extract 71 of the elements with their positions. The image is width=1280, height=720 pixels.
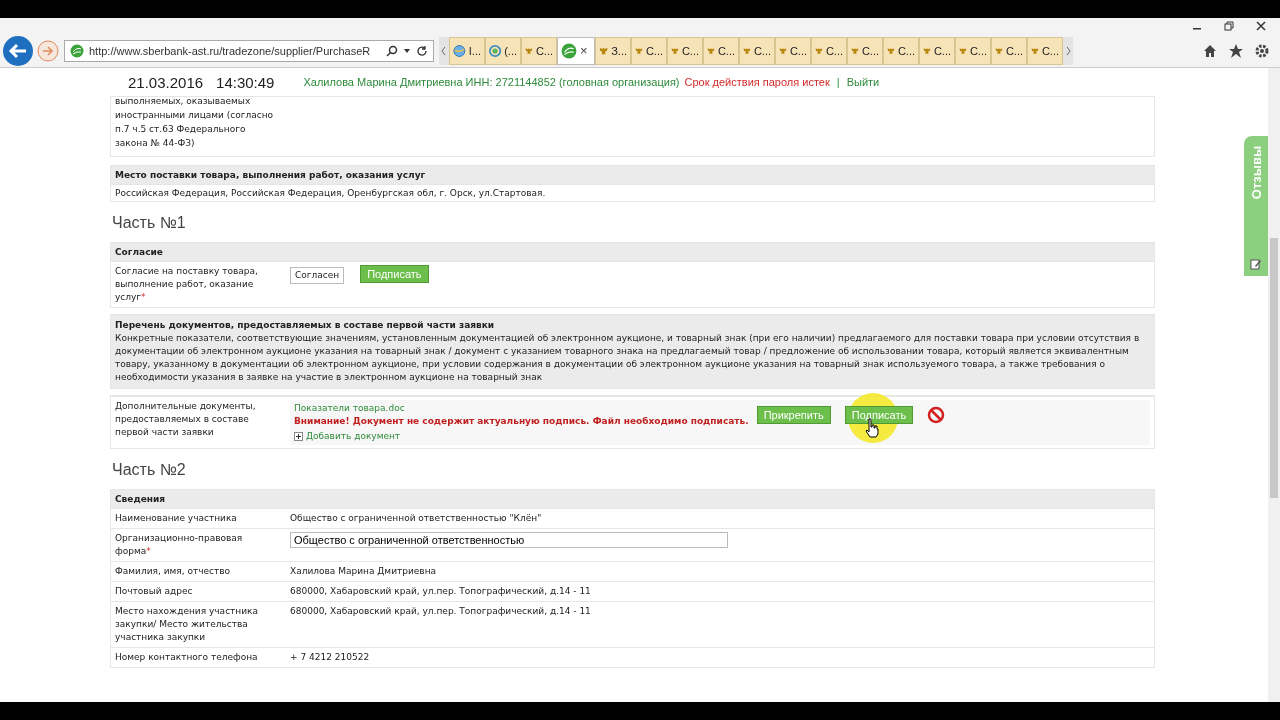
dropdown-icon[interactable] — [403, 46, 411, 55]
time-text: 14:30:49 — [216, 73, 275, 91]
forbidden-icon[interactable] — [927, 406, 946, 424]
ring-icon — [489, 43, 502, 58]
close-icon[interactable] — [1256, 21, 1266, 31]
browser-tab[interactable]: С... — [521, 36, 557, 65]
section-heading: Перечень документов, предоставляемых в составе первой части заявки — [115, 319, 496, 332]
settings-icon[interactable] — [1254, 42, 1270, 59]
user-info: Халилова Марина Дмитриевна ИНН: 2721144852 (головная организация) — [303, 76, 680, 88]
scroll-left-icon[interactable] — [439, 36, 449, 65]
add-document-link[interactable]: Добавить документ — [294, 430, 401, 443]
part-title: Часть №2 — [112, 461, 187, 479]
field-label: Наименование участника — [115, 512, 238, 525]
browser-tab[interactable]: С... — [1027, 36, 1063, 65]
plus-icon — [294, 432, 303, 441]
browser-tab[interactable]: С... — [631, 36, 667, 65]
signature-warning: Внимание! Документ не содержит актуальную подпись. Файл необходимо подписать. — [294, 415, 749, 428]
browser-tab[interactable]: С... — [847, 36, 883, 65]
globe-icon — [453, 43, 466, 58]
leaf-icon — [70, 43, 84, 58]
browser-tab[interactable]: × — [557, 36, 595, 65]
field-label: Фамилия, имя, отчество — [115, 565, 232, 578]
browser-tab[interactable]: С... — [667, 36, 703, 65]
date-text: 21.03.2016 — [128, 73, 204, 91]
search-icon[interactable] — [386, 44, 398, 57]
field-value: Общество с ограниченной ответственностью "Клён" — [290, 512, 542, 525]
field-value: Халилова Марина Дмитриевна — [290, 565, 437, 578]
delivery-place: Российская Федерация, Российская Федерация, Оренбургская обл, г. Орск, ул.Стартовая. — [115, 188, 546, 198]
input-field[interactable]: Общество с ограниченной ответственностью — [290, 532, 728, 548]
address-bar[interactable]: http://www.sberbank-ast.ru/tradezone/supplier/PurchaseR — [64, 39, 434, 62]
file-link[interactable]: Показатели товара.doc — [294, 402, 749, 415]
field-label: выполняемых, оказываемых иностранными лицами (согласно п.7 ч.5 ст.63 Федерального закона № 44-ФЗ) — [115, 95, 275, 150]
browser-tab[interactable]: С... — [775, 36, 811, 65]
browser-tab[interactable]: С... — [811, 36, 847, 65]
restore-icon[interactable] — [1224, 21, 1234, 31]
field-label: Почтовый адрес — [115, 585, 194, 598]
refresh-icon[interactable] — [416, 44, 428, 57]
back-icon[interactable] — [2, 34, 34, 67]
section-heading: Сведения — [111, 490, 1154, 508]
field-label: Номер контактного телефона — [115, 651, 259, 664]
section-heading: Согласие — [111, 243, 1154, 261]
section-heading: Место поставки товара, выполнения работ, оказания услуг — [111, 166, 1154, 184]
field-label: Место нахождения участника закупки/ Место жительства участника закупки — [115, 605, 259, 644]
field-value: 680000, Хабаровский край, ул.пер. Топографический, д.14 - 11 — [290, 605, 591, 618]
browser-tab[interactable]: С... — [739, 36, 775, 65]
password-warning: Срок действия пароля истек — [684, 76, 830, 88]
tab-close-button[interactable]: × — [580, 43, 588, 58]
part-title: Часть №1 — [112, 214, 187, 232]
consent-field[interactable]: Согласен — [290, 267, 345, 284]
separator-text: | — [836, 76, 840, 88]
url-text: http://www.sberbank-ast.ru/tradezone/supplier/PurchaseR — [89, 44, 372, 57]
browser-tab[interactable]: (... — [485, 36, 521, 65]
field-label: Организационно-правовая форма* — [115, 532, 244, 558]
field-label: Согласие на поставку товара, выполнение работ, оказание услуг* — [115, 265, 259, 304]
leaf-icon — [561, 42, 577, 59]
home-icon[interactable] — [1202, 42, 1218, 59]
browser-tab[interactable]: С... — [991, 36, 1027, 65]
star-icon[interactable] — [1228, 42, 1244, 59]
field-label: Дополнительные документы, предоставляемых в составе первой части заявки — [115, 400, 257, 439]
browser-tab[interactable]: I... — [449, 36, 485, 65]
field-value: + 7 4212 210522 — [290, 651, 370, 664]
browser-tab[interactable]: С... — [883, 36, 919, 65]
logout-link[interactable]: Выйти — [846, 76, 880, 88]
browser-tab[interactable]: С... — [955, 36, 991, 65]
description-text: Конкретные показатели, соответствующие значениям, установленным документацией об электронном аукционе, и товарный знак (при его наличии) предлагаемого для поставки товара при условии отсутствия в документации об электронном аукционе указания на товарный знак / документ с указанием товарного знака на предлагаемый товар / предложение об использовании товара, который является эквивалентным товару, указанному в документации об электронном аукционе, при условии содержания в документации об электронном аукционе указания на товарный знак используемого товара, а также требования о необходимости указания в заявке на участие в электронном аукционе на товарный знак — [115, 332, 1141, 384]
browser-tab[interactable]: С... — [703, 36, 739, 65]
edit-icon — [1250, 258, 1262, 270]
browser-tab[interactable]: С... — [919, 36, 955, 65]
browser-tab[interactable]: З... — [595, 36, 631, 65]
field-value: 680000, Хабаровский край, ул.пер. Топографический, д.14 - 11 — [290, 585, 591, 598]
scroll-right-icon[interactable] — [1063, 36, 1073, 65]
